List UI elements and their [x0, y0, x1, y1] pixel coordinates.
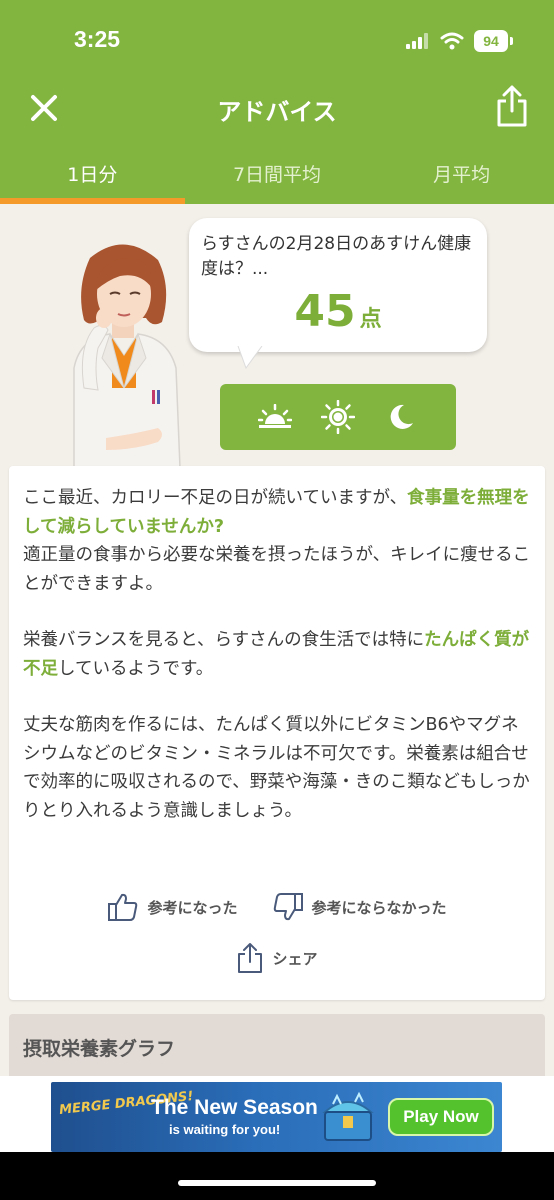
advice-text: 栄養バランスを見ると、らすさんの食生活では特に: [23, 630, 425, 650]
app-header: 3:25 94 アドバイス 1日分 7日間平均 月平均: [0, 0, 554, 204]
ad-banner[interactable]: MERGE DRAGONS! The New Season is waiting…: [51, 1082, 502, 1152]
ad-headline: The New Season: [151, 1096, 318, 1119]
share-label: シェア: [272, 949, 318, 968]
page-title: アドバイス: [217, 98, 337, 126]
sunrise-icon[interactable]: [257, 399, 293, 435]
battery-level: 94: [483, 33, 499, 49]
treasure-chest-icon: [322, 1091, 374, 1141]
share-button[interactable]: [490, 82, 534, 130]
time-of-day-selector: [220, 384, 456, 450]
share-icon: [497, 85, 527, 127]
status-bar: 3:25 94: [0, 0, 554, 80]
share-icon: [238, 943, 263, 973]
home-bar-area: [0, 1152, 554, 1200]
advisor-illustration: [73, 244, 181, 468]
section-title: 摂取栄養素グラフ: [23, 1038, 176, 1060]
share-row: シェア: [9, 942, 545, 974]
score-unit: 点: [359, 307, 382, 332]
period-tabs: 1日分 7日間平均 月平均: [0, 146, 554, 204]
not-helpful-label: 参考にならなかった: [311, 898, 447, 917]
helpful-label: 参考になった: [147, 898, 238, 917]
thumbs-up-icon: [108, 893, 138, 921]
advice-paragraph-1: ここ最近、カロリー不足の日が続いていますが、食事量を無理をして減らしていませんか…: [23, 484, 531, 598]
battery-icon: 94: [474, 30, 513, 52]
helpful-button[interactable]: 参考になった: [107, 892, 238, 922]
advice-paragraph-2: 栄養バランスを見ると、らすさんの食生活では特にたんぱく質が不足しているようです。: [23, 626, 531, 683]
thumbs-down-icon: [273, 893, 303, 921]
wifi-icon: [440, 32, 464, 50]
share-advice-button[interactable]: シェア: [236, 942, 318, 974]
signal-icon: [406, 33, 428, 49]
ad-subline: is waiting for you!: [169, 1122, 281, 1137]
nutrient-graph-section: 摂取栄養素グラフ: [9, 1014, 545, 1084]
sun-icon[interactable]: [320, 399, 356, 435]
status-icons: 94: [406, 30, 513, 52]
close-icon: [31, 95, 57, 121]
close-button[interactable]: [22, 86, 66, 130]
tab-1day[interactable]: 1日分: [0, 146, 185, 204]
home-indicator[interactable]: [178, 1180, 376, 1186]
tab-7day-average[interactable]: 7日間平均: [185, 146, 370, 204]
advice-text: しているようです。: [58, 658, 214, 679]
moon-icon[interactable]: [383, 399, 419, 435]
health-question: らすさんの2月28日のあすけん健康度は？...: [201, 234, 472, 279]
score-bubble: らすさんの2月28日のあすけん健康度は？... 45 点: [189, 218, 487, 352]
score-value: 45: [294, 286, 356, 337]
status-time: 3:25: [74, 26, 121, 52]
not-helpful-button[interactable]: 参考にならなかった: [272, 892, 447, 922]
ad-cta-button[interactable]: Play Now: [388, 1098, 494, 1136]
nav-bar: アドバイス: [0, 80, 554, 136]
advice-card: ここ最近、カロリー不足の日が続いていますが、食事量を無理をして減らしていませんか…: [9, 466, 545, 1000]
bubble-tail: [237, 346, 263, 370]
feedback-row: 参考になった 参考にならなかった: [9, 892, 545, 922]
tab-monthly-average[interactable]: 月平均: [369, 146, 554, 204]
advice-text: ここ最近、カロリー不足の日が続いていますが、: [23, 488, 408, 508]
advice-paragraph-3: 丈夫な筋肉を作るには、たんぱく質以外にビタミンB6やマグネシウムなどのビタミン・…: [23, 715, 530, 821]
advice-text: 適正量の食事から必要な栄養を摂ったほうが、キレイに痩せることができますよ。: [23, 545, 531, 594]
health-score: 45 点: [201, 286, 475, 337]
